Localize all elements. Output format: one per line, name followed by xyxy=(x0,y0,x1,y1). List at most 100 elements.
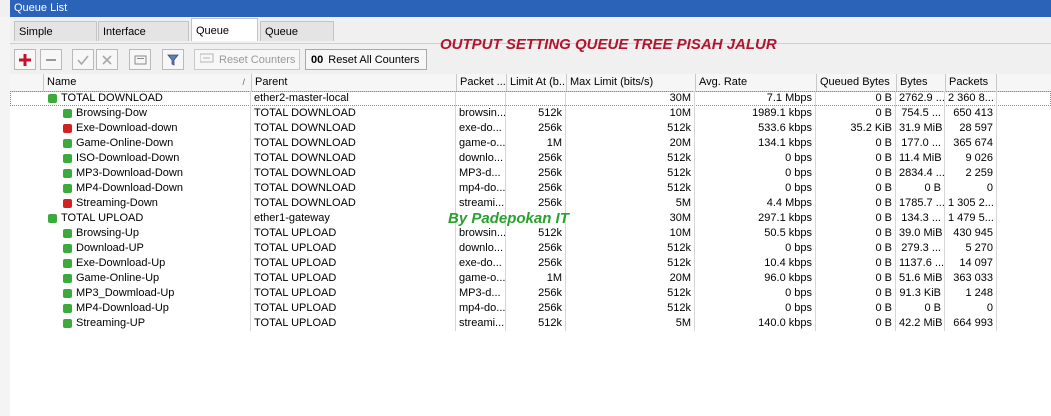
cell-max-limit: 30M xyxy=(566,211,695,226)
tab-simple-queues[interactable]: Simple Queues xyxy=(14,21,97,58)
cell-max-limit: 512k xyxy=(566,286,695,301)
queue-name: MP3_Dowmload-Up xyxy=(76,287,175,299)
column-header-packet-mark[interactable]: Packet ... xyxy=(456,74,506,91)
cell-name: Streaming-UP xyxy=(10,316,251,331)
table-row[interactable]: Exe-Download-Up TOTAL UPLOAD exe-do... 256k… xyxy=(10,256,1051,271)
cell-bytes: 177.0 ... xyxy=(896,136,945,151)
table-row[interactable]: Browsing-Up TOTAL UPLOAD browsin... 512k 10M… xyxy=(10,226,1051,241)
column-header-name[interactable]: Name / xyxy=(43,74,251,91)
cell-avg-rate: 533.6 kbps xyxy=(695,121,816,136)
queue-red-icon xyxy=(63,124,72,133)
cell-name: TOTAL UPLOAD xyxy=(10,211,251,226)
table-row[interactable]: Browsing-Dow TOTAL DOWNLOAD browsin... 512k… xyxy=(10,106,1051,121)
comment-button[interactable] xyxy=(129,49,151,70)
cell-limit-at: 256k xyxy=(506,256,566,271)
cell-name: MP3_Dowmload-Up xyxy=(10,286,251,301)
window-title: Queue List xyxy=(10,0,1051,17)
table-row[interactable]: Streaming-UP TOTAL UPLOAD streami... 512k 5M… xyxy=(10,316,1051,331)
cell-packets: 5 270 xyxy=(945,241,997,256)
table-header: Name / Parent Packet ... Limit At (b... M… xyxy=(10,74,1051,92)
table-row[interactable]: Exe-Download-down TOTAL DOWNLOAD exe-do...… xyxy=(10,121,1051,136)
filter-icon xyxy=(167,54,179,66)
cell-bytes: 279.3 ... xyxy=(896,241,945,256)
table-row[interactable]: MP4-Download-Down TOTAL DOWNLOAD mp4-do...… xyxy=(10,181,1051,196)
cell-avg-rate: 140.0 kbps xyxy=(695,316,816,331)
cell-queued-bytes: 0 B xyxy=(816,301,896,316)
table-row[interactable]: Streaming-Down TOTAL DOWNLOAD streami... 25… xyxy=(10,196,1051,211)
cell-limit-at: 1M xyxy=(506,136,566,151)
queue-green-icon xyxy=(63,169,72,178)
reset-counters-label: Reset Counters xyxy=(219,53,296,66)
column-header-parent[interactable]: Parent xyxy=(251,74,456,91)
queue-tree-table: Name / Parent Packet ... Limit At (b... M… xyxy=(10,74,1051,416)
cell-limit-at: 512k xyxy=(506,106,566,121)
table-row[interactable]: TOTAL DOWNLOAD ether2-master-local 30M 7.1 … xyxy=(10,91,1051,106)
table-row[interactable]: Game-Online-Down TOTAL DOWNLOAD game-o... 1… xyxy=(10,136,1051,151)
cell-parent: TOTAL UPLOAD xyxy=(251,271,456,286)
table-row[interactable]: ISO-Download-Down TOTAL DOWNLOAD downlo...… xyxy=(10,151,1051,166)
cell-queued-bytes: 0 B xyxy=(816,136,896,151)
column-header-limit-at[interactable]: Limit At (b... xyxy=(506,74,566,91)
cell-packet-mark: streami... xyxy=(456,196,506,211)
tab-queue-types[interactable]: Queue Types xyxy=(260,21,334,58)
cell-queued-bytes: 0 B xyxy=(816,166,896,181)
cell-packets: 1 479 5... xyxy=(945,211,997,226)
table-row[interactable]: MP4-Download-Up TOTAL UPLOAD mp4-do... 256k… xyxy=(10,301,1051,316)
cell-max-limit: 512k xyxy=(566,166,695,181)
cell-avg-rate: 297.1 kbps xyxy=(695,211,816,226)
queue-green-icon xyxy=(63,229,72,238)
cell-avg-rate: 50.5 kbps xyxy=(695,226,816,241)
reset-counters-button[interactable]: Reset Counters xyxy=(194,49,300,70)
cell-bytes: 51.6 MiB xyxy=(896,271,945,286)
cell-parent: TOTAL DOWNLOAD xyxy=(251,106,456,121)
cell-queued-bytes: 0 B xyxy=(816,106,896,121)
cell-packet-mark: exe-do... xyxy=(456,256,506,271)
cell-packets: 0 xyxy=(945,301,997,316)
cell-max-limit: 20M xyxy=(566,271,695,286)
queue-name: Download-UP xyxy=(76,242,144,254)
reset-all-counters-button[interactable]: 00 Reset All Counters xyxy=(305,49,427,70)
filter-button[interactable] xyxy=(162,49,184,70)
queue-red-icon xyxy=(63,199,72,208)
cell-avg-rate: 4.4 Mbps xyxy=(695,196,816,211)
tab-queue-tree[interactable]: Queue Tree xyxy=(191,18,258,61)
remove-button[interactable] xyxy=(40,49,62,70)
queue-name: Exe-Download-Up xyxy=(76,257,166,269)
cell-queued-bytes: 0 B xyxy=(816,226,896,241)
table-row[interactable]: Download-UP TOTAL UPLOAD downlo... 256k 512k… xyxy=(10,241,1051,256)
cell-parent: TOTAL DOWNLOAD xyxy=(251,136,456,151)
tab-interface-queues[interactable]: Interface Queues xyxy=(98,21,189,58)
column-header-max-limit[interactable]: Max Limit (bits/s) xyxy=(566,74,695,91)
cell-limit-at: 256k xyxy=(506,151,566,166)
cell-queued-bytes: 0 B xyxy=(816,91,896,106)
cell-max-limit: 512k xyxy=(566,151,695,166)
table-row[interactable]: MP3-Download-Down TOTAL DOWNLOAD MP3-d... 2… xyxy=(10,166,1051,181)
cell-name: Browsing-Up xyxy=(10,226,251,241)
cell-limit-at xyxy=(506,91,566,106)
queue-green-icon xyxy=(63,154,72,163)
cell-queued-bytes: 0 B xyxy=(816,241,896,256)
add-button[interactable] xyxy=(14,49,36,70)
cell-packet-mark: mp4-do... xyxy=(456,301,506,316)
cell-bytes: 31.9 MiB xyxy=(896,121,945,136)
column-header-bytes[interactable]: Bytes xyxy=(896,74,945,91)
cell-avg-rate: 0 bps xyxy=(695,181,816,196)
cell-bytes: 0 B xyxy=(896,301,945,316)
overlay-heading: OUTPUT SETTING QUEUE TREE PISAH JALUR xyxy=(440,36,777,53)
cell-packet-mark: exe-do... xyxy=(456,121,506,136)
cell-name: ISO-Download-Down xyxy=(10,151,251,166)
cell-avg-rate: 0 bps xyxy=(695,241,816,256)
cell-limit-at: 256k xyxy=(506,121,566,136)
queue-name: Game-Online-Down xyxy=(76,137,174,149)
disable-button[interactable] xyxy=(96,49,118,70)
column-header-queued-bytes[interactable]: Queued Bytes xyxy=(816,74,896,91)
enable-button[interactable] xyxy=(72,49,94,70)
cell-name: Browsing-Dow xyxy=(10,106,251,121)
table-row[interactable]: MP3_Dowmload-Up TOTAL UPLOAD MP3-d... 256k 5… xyxy=(10,286,1051,301)
queue-name: TOTAL DOWNLOAD xyxy=(61,92,163,104)
cell-parent: TOTAL DOWNLOAD xyxy=(251,121,456,136)
column-header-avg-rate[interactable]: Avg. Rate xyxy=(695,74,816,91)
column-header-packets[interactable]: Packets xyxy=(945,74,997,91)
queue-name: Browsing-Dow xyxy=(76,107,147,119)
table-row[interactable]: Game-Online-Up TOTAL UPLOAD game-o... 1M 20M… xyxy=(10,271,1051,286)
